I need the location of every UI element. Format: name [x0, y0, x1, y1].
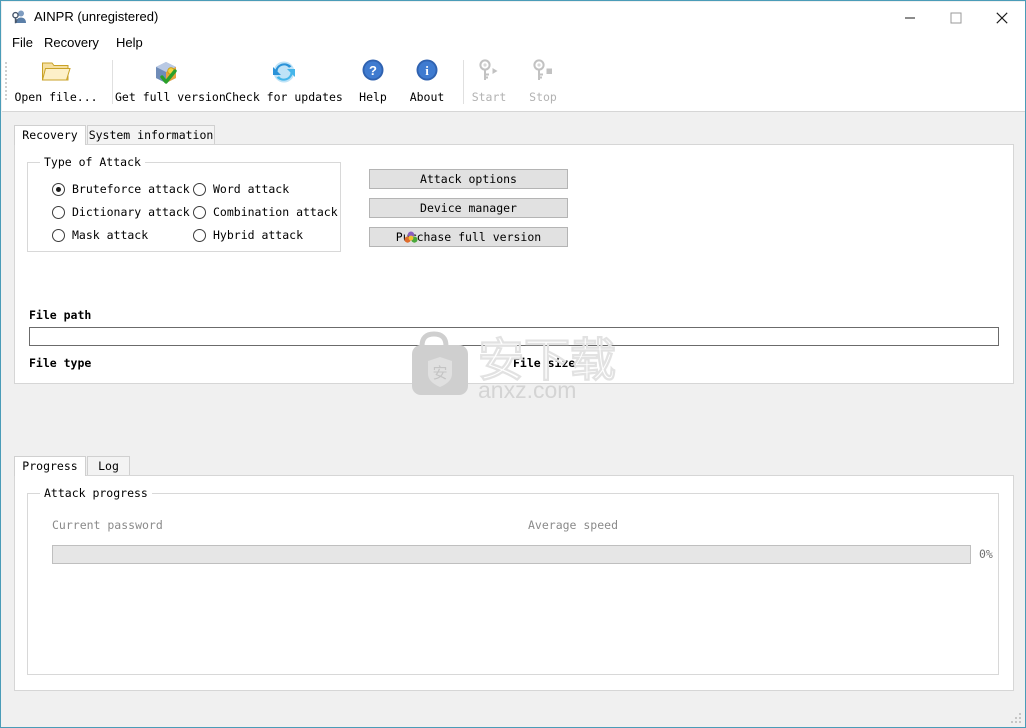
toolbar-button-check-for-updates[interactable]: Check for updates	[221, 56, 347, 108]
radio-combination-attack[interactable]: Combination attack	[193, 205, 338, 219]
progress-panel: Attack progress Current password Average…	[14, 475, 1014, 691]
radio-label: Word attack	[213, 182, 290, 196]
maximize-icon	[950, 12, 962, 23]
purchase-full-version-button[interactable]: Purchase full version	[369, 227, 568, 247]
file-type-label: File type	[29, 356, 92, 370]
attack-progress-group: Attack progress Current password Average…	[27, 486, 999, 675]
close-button[interactable]	[979, 3, 1025, 32]
question-circle-icon: ?	[349, 56, 397, 88]
toolbar-label-help: Help	[359, 90, 387, 104]
menu-item-help[interactable]: Help	[116, 35, 143, 50]
file-size-label: File size	[513, 356, 576, 370]
radio-indicator	[193, 205, 206, 219]
type-of-attack-label: Type of Attack	[40, 155, 145, 169]
open-folder-icon	[10, 56, 102, 88]
radio-label: Bruteforce attack	[72, 182, 190, 196]
close-icon	[996, 11, 1008, 24]
radio-indicator	[193, 228, 206, 242]
radio-dictionary-attack[interactable]: Dictionary attack	[52, 205, 190, 219]
radio-bruteforce-attack[interactable]: Bruteforce attack	[52, 182, 190, 196]
attack-options-button[interactable]: Attack options	[369, 169, 568, 189]
radio-label: Hybrid attack	[213, 228, 304, 242]
radio-indicator	[52, 205, 65, 219]
refresh-globe-icon	[221, 56, 347, 88]
tab-system-information-label: System information	[88, 128, 214, 142]
tab-system-information[interactable]: System information	[87, 125, 215, 145]
file-path-input[interactable]	[29, 327, 999, 346]
toolbar-label-check-for-updates: Check for updates	[225, 90, 343, 104]
svg-text:anxz.com: anxz.com	[478, 377, 576, 403]
menu-item-recovery[interactable]: Recovery	[44, 35, 99, 50]
file-path-input-field[interactable]	[30, 328, 998, 346]
toolbar-button-open-file[interactable]: Open file...	[10, 56, 102, 108]
attack-progress-label: Attack progress	[40, 486, 152, 500]
current-password-label: Current password	[52, 518, 163, 532]
attack-progress-bar	[52, 545, 971, 564]
radio-label: Dictionary attack	[72, 205, 190, 219]
toolbar-separator	[112, 60, 113, 104]
radio-label: Combination attack	[213, 205, 338, 219]
package-check-icon	[115, 56, 219, 88]
recovery-panel: Type of Attack Bruteforce attack Diction…	[14, 144, 1014, 403]
key-play-icon	[466, 56, 512, 88]
tab-log-label: Log	[98, 459, 119, 473]
minimize-button[interactable]	[887, 3, 933, 32]
attack-options-label: Attack options	[420, 172, 517, 186]
resize-grip[interactable]	[1008, 710, 1021, 723]
svg-text:?: ?	[369, 63, 377, 78]
tab-log[interactable]: Log	[87, 456, 130, 476]
radio-indicator	[52, 182, 65, 196]
title-bar: AINPR (unregistered)	[2, 2, 1025, 32]
info-circle-icon: i	[399, 56, 455, 88]
toolbar-label-stop: Stop	[529, 90, 557, 104]
tab-recovery[interactable]: Recovery	[14, 125, 86, 145]
device-manager-button[interactable]: Device manager	[369, 198, 568, 218]
svg-text:安: 安	[432, 364, 447, 382]
toolbar-label-open-file: Open file...	[14, 90, 98, 104]
toolbar-separator	[463, 60, 464, 104]
toolbar-button-get-full-version[interactable]: Get full version	[115, 56, 226, 108]
radio-word-attack[interactable]: Word attack	[193, 182, 289, 196]
svg-text:i: i	[425, 63, 429, 78]
toolbar-button-start[interactable]: Start	[466, 56, 512, 108]
toolbar-drag-handle[interactable]	[5, 62, 8, 102]
app-key-person-icon	[11, 9, 27, 25]
menu-item-file[interactable]: File	[12, 35, 33, 50]
tab-recovery-label: Recovery	[22, 128, 78, 142]
main-tabs: Recovery System information	[14, 125, 314, 145]
bottom-tabs: Progress Log	[14, 456, 254, 476]
radio-hybrid-attack[interactable]: Hybrid attack	[193, 228, 303, 242]
tab-progress[interactable]: Progress	[14, 456, 86, 476]
toolbar-label-about: About	[409, 90, 445, 104]
toolbar-button-about[interactable]: i About	[399, 56, 455, 108]
radio-indicator	[52, 228, 65, 242]
maximize-button[interactable]	[933, 3, 979, 32]
average-speed-label: Average speed	[528, 518, 619, 532]
type-of-attack-group: Type of Attack Bruteforce attack Diction…	[27, 155, 341, 252]
application-window: AINPR (unregistered) File Recovery Help	[0, 0, 1026, 728]
toolbar-label-start: Start	[471, 90, 507, 104]
window-title: AINPR (unregistered)	[34, 9, 159, 24]
radio-indicator	[193, 182, 206, 196]
toolbar-button-help[interactable]: ? Help	[349, 56, 397, 108]
device-manager-label: Device manager	[420, 201, 517, 215]
minimize-icon	[905, 17, 915, 18]
menu-bar: File Recovery Help	[2, 32, 1025, 54]
radio-mask-attack[interactable]: Mask attack	[52, 228, 148, 242]
attack-progress-percent: 0%	[979, 547, 993, 561]
toolbar: Open file... Get full version Check for …	[2, 54, 1025, 112]
radio-label: Mask attack	[72, 228, 149, 242]
key-stop-icon	[520, 56, 566, 88]
toolbar-button-stop[interactable]: Stop	[520, 56, 566, 108]
flower-icon	[404, 231, 418, 250]
toolbar-label-get-full-version: Get full version	[115, 90, 226, 104]
tab-progress-label: Progress	[22, 459, 78, 473]
file-path-label: File path	[29, 308, 92, 322]
